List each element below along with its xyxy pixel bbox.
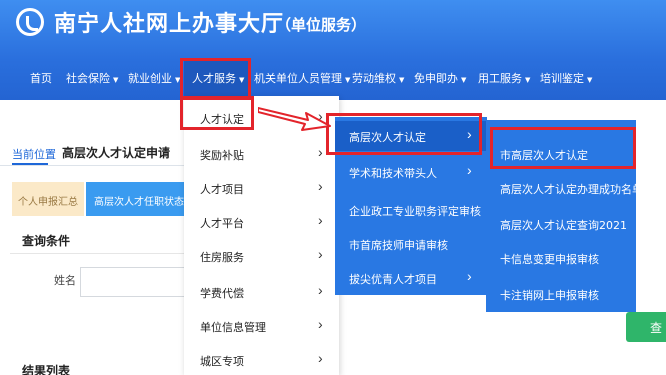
nav-label: 首页 [30, 72, 52, 85]
chevron-right-icon: › [318, 178, 323, 194]
nav-item-social-insurance[interactable]: 社会保险 ▼ [66, 70, 118, 86]
nav-item-employment-service[interactable]: 用工服务 ▼ [478, 70, 530, 86]
caret-down-icon: ▼ [461, 76, 467, 84]
name-input[interactable] [80, 267, 185, 297]
menu-item-label: 企业政工专业职务评定审核 [349, 205, 481, 218]
menu-item-top-youth-talent[interactable]: 拔尖优青人才项目 › [335, 263, 487, 293]
menu-item-query-2021[interactable]: 高层次人才认定查询2021 [486, 208, 636, 240]
nav-item-home[interactable]: 首页 [30, 70, 52, 86]
menu-item-label: 市首席技师申请审核 [349, 239, 448, 252]
menu-item-rewards-subsidies[interactable]: 奖励补贴 › [184, 138, 339, 168]
main-nav: 首页 社会保险 ▼ 就业创业 ▼ 人才服务 ▼ 机关单位人员管理 ▼ 劳动维权 ▼ 免申即… [0, 60, 666, 96]
menu-item-talent-projects[interactable]: 人才项目 › [184, 172, 339, 202]
highlight-box-nav [180, 58, 251, 100]
menu-item-label: 学术和技术带头人 [349, 167, 437, 180]
chevron-right-icon: › [318, 144, 323, 160]
chevron-right-icon: › [467, 268, 472, 284]
menu-item-unit-info[interactable]: 单位信息管理 › [184, 310, 339, 340]
nav-label: 劳动维权 [352, 72, 396, 85]
nav-label: 免申即办 [414, 72, 458, 85]
nav-label: 培训鉴定 [540, 72, 584, 85]
breadcrumb-label: 当前位置 [12, 148, 56, 161]
menu-item-label: 高层次人才认定查询2021 [500, 219, 627, 232]
site-subtitle: （单位服务） [276, 16, 367, 34]
menu-item-tuition-compensation[interactable]: 学费代偿 › [184, 276, 339, 306]
menu-item-district-special[interactable]: 城区专项 › [184, 344, 339, 374]
nav-item-labor-rights[interactable]: 劳动维权 ▼ [352, 70, 404, 86]
menu-item-label: 卡信息变更申报审核 [500, 253, 599, 266]
site-logo-icon [16, 8, 44, 36]
tab-personal-summary[interactable]: 个人申报汇总 [12, 182, 84, 216]
menu-item-housing-service[interactable]: 住房服务 › [184, 240, 339, 270]
chevron-right-icon: › [318, 212, 323, 228]
nav-item-training[interactable]: 培训鉴定 ▼ [540, 70, 592, 86]
nav-label: 机关单位人员管理 [254, 72, 342, 85]
nav-label: 就业创业 [128, 72, 172, 85]
nav-item-employment[interactable]: 就业创业 ▼ [128, 70, 180, 86]
caret-down-icon: ▼ [399, 76, 405, 84]
chevron-right-icon: › [318, 282, 323, 298]
chevron-right-icon: › [318, 316, 323, 332]
menu-item-label: 人才平台 [200, 217, 244, 230]
breadcrumb-divider [0, 165, 185, 166]
menu-item-card-cancel-review[interactable]: 卡注销网上申报审核 [486, 278, 636, 310]
menu-item-chief-technician[interactable]: 市首席技师申请审核 [335, 229, 487, 259]
caret-down-icon: ▼ [587, 76, 593, 84]
nav-label: 社会保险 [66, 72, 110, 85]
query-button[interactable]: 查 [626, 312, 666, 342]
tab-talent-status[interactable]: 高层次人才任职状态确 [86, 182, 186, 216]
caret-down-icon: ▼ [345, 76, 351, 84]
menu-item-academic-leader[interactable]: 学术和技术带头人 › [335, 157, 487, 187]
results-section-title: 结果列表 [22, 364, 71, 375]
nav-item-agency-personnel[interactable]: 机关单位人员管理 ▼ [254, 70, 350, 86]
menu-item-label: 卡注销网上申报审核 [500, 289, 599, 302]
menu-item-label: 高层次人才认定办理成功名单 [500, 183, 643, 196]
menu-item-label: 住房服务 [200, 251, 244, 264]
talent-service-menu: 人才认定 › 奖励补贴 › 人才项目 › 人才平台 › 住房服务 › 学费代偿 … [184, 96, 339, 375]
query-section-title: 查询条件 [22, 234, 71, 248]
menu-item-talent-platform[interactable]: 人才平台 › [184, 206, 339, 236]
menu-item-label: 人才项目 [200, 183, 244, 196]
chevron-right-icon: › [318, 246, 323, 262]
highlight-box-menu1 [180, 96, 254, 130]
menu-item-label: 奖励补贴 [200, 149, 244, 162]
nav-label: 用工服务 [478, 72, 522, 85]
page-title: 高层次人才认定申请 [62, 146, 171, 160]
name-label: 姓名 [54, 274, 76, 287]
nav-item-instant-service[interactable]: 免申即办 ▼ [414, 70, 466, 86]
menu-item-label: 学费代偿 [200, 287, 244, 300]
caret-down-icon: ▼ [113, 76, 119, 84]
menu-item-label: 拔尖优青人才项目 [349, 273, 437, 286]
chevron-right-icon: › [318, 350, 323, 366]
annotation-arrow-icon [258, 107, 331, 131]
menu-item-enterprise-title-review[interactable]: 企业政工专业职务评定审核 [335, 195, 487, 225]
menu-item-label: 城区专项 [200, 355, 244, 368]
highlight-box-menu3 [490, 127, 636, 169]
section-divider [10, 253, 185, 254]
menu-item-card-change-review[interactable]: 卡信息变更申报审核 [486, 242, 636, 274]
menu-item-success-list[interactable]: 高层次人才认定办理成功名单 [486, 172, 643, 204]
highlight-box-menu2 [326, 113, 482, 155]
caret-down-icon: ▼ [525, 76, 531, 84]
menu-item-label: 单位信息管理 [200, 321, 266, 334]
site-title: 南宁人社网上办事大厅 [54, 12, 285, 37]
chevron-right-icon: › [467, 162, 472, 178]
